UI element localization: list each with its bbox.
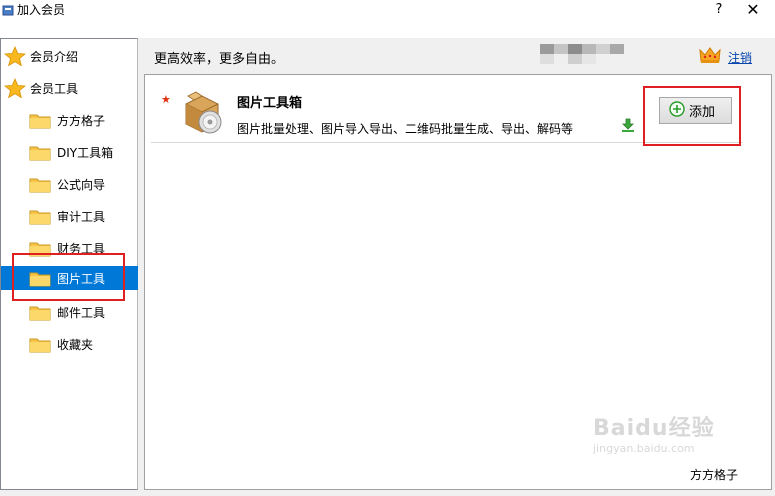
download-icon[interactable] xyxy=(621,118,635,135)
sidebar-item-label: 会员介绍 xyxy=(30,49,79,64)
sidebar-item-mail-tools[interactable]: 邮件工具 xyxy=(29,300,105,324)
watermark-sub-text: jingyan.baidu.com xyxy=(593,442,695,455)
sidebar-item-label: DIY工具箱 xyxy=(57,145,114,160)
sidebar-item-label: 方方格子 xyxy=(57,113,106,128)
folder-icon xyxy=(29,336,51,353)
watermark-main-text: Baidu经验 xyxy=(593,416,715,441)
star-icon xyxy=(4,78,26,98)
baidu-watermark: Baidu经验 jingyan.baidu.com xyxy=(593,410,733,470)
blurred-username xyxy=(540,44,630,66)
sidebar-item-member-intro[interactable]: 会员介绍 xyxy=(4,44,78,68)
folder-icon xyxy=(29,176,51,193)
close-button[interactable]: ✕ xyxy=(738,0,768,20)
sidebar-item-member-tools[interactable]: 会员工具 xyxy=(4,76,78,100)
folder-icon xyxy=(29,208,51,225)
vip-crown-icon xyxy=(699,46,721,67)
tool-description: 图片批量处理、图片导入导出、二维码批量生成、导出、解码等 xyxy=(237,122,574,136)
title-bar: 加入会员 ? ✕ xyxy=(0,0,775,22)
corner-brand-text: 方方格子 xyxy=(690,468,739,482)
highlight-box-add-button xyxy=(643,86,741,146)
tool-name: 图片工具箱 xyxy=(237,96,303,111)
window-bottom-edge xyxy=(0,490,775,496)
sidebar-item-label: 公式向导 xyxy=(57,177,106,192)
star-icon xyxy=(4,46,26,66)
toolbox-icon xyxy=(180,90,224,139)
sidebar-item-fangfang[interactable]: 方方格子 xyxy=(29,108,105,132)
highlight-box-image-tools xyxy=(12,253,125,301)
sidebar-item-label: 审计工具 xyxy=(57,209,106,224)
folder-icon xyxy=(29,112,51,129)
sidebar-item-audit-tools[interactable]: 审计工具 xyxy=(29,204,105,228)
sidebar-item-favorites[interactable]: 收藏夹 xyxy=(29,332,93,356)
app-icon xyxy=(2,4,14,16)
sidebar-item-label: 邮件工具 xyxy=(57,305,106,320)
sidebar-item-label: 收藏夹 xyxy=(57,337,94,352)
folder-icon xyxy=(29,144,51,161)
folder-icon xyxy=(29,304,51,321)
window-title: 加入会员 xyxy=(17,3,66,17)
favorite-star-icon[interactable]: ★ xyxy=(161,94,171,105)
sidebar-item-formula-wizard[interactable]: 公式向导 xyxy=(29,172,105,196)
sidebar-item-diy-toolbox[interactable]: DIY工具箱 xyxy=(29,140,113,164)
help-button[interactable]: ? xyxy=(708,0,730,20)
sidebar-item-label: 会员工具 xyxy=(30,81,79,96)
slogan-text: 更高效率，更多自由。 xyxy=(154,52,285,67)
logout-link[interactable]: 注销 xyxy=(728,49,752,66)
